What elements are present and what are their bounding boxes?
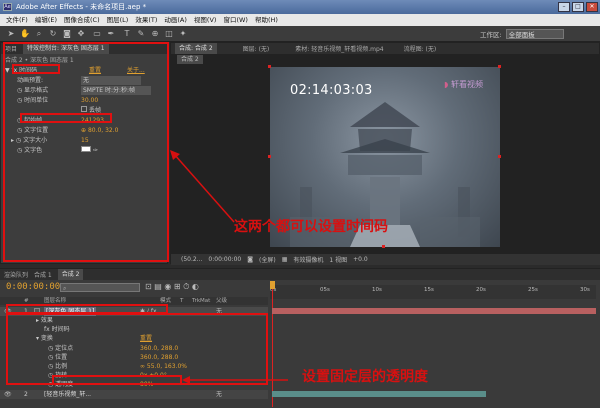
eraser-tool-icon[interactable]: ◫: [164, 29, 174, 39]
hand-tool-icon[interactable]: ✋: [20, 29, 30, 39]
ruler-tick: 25s: [528, 287, 538, 293]
menu-bar: 文件(F) 编辑(E) 图像合成(C) 图层(L) 效果(T) 动画(A) 视图…: [0, 14, 600, 26]
menu-animation[interactable]: 动画(A): [164, 14, 187, 26]
layer-row-2[interactable]: 👁 2 [轻音乐视频_轩... 无: [0, 390, 268, 399]
menu-effect[interactable]: 效果(T): [135, 14, 157, 26]
frame-handle[interactable]: [498, 65, 501, 68]
comp-subtab[interactable]: 合成 2: [177, 55, 203, 64]
pan-behind-tool-icon[interactable]: ✥: [76, 29, 86, 39]
annotation-upper: 这两个都可以设置时间码: [234, 219, 388, 235]
logo-icon: ◗: [444, 80, 451, 89]
zoom-dropdown[interactable]: (50.2...: [181, 256, 202, 263]
text-tool-icon[interactable]: T: [122, 29, 132, 39]
viewer-time[interactable]: 0:00:00:00: [208, 256, 241, 263]
timeline-tabs: 渲染队列 合成 1 合成 2: [0, 269, 600, 280]
menu-window[interactable]: 窗口(W): [223, 14, 248, 26]
workspace-selector: 工作区: 全部面板: [480, 29, 564, 40]
tab-layer[interactable]: 图层: (无): [243, 44, 270, 53]
tab-comp-1[interactable]: 合成 1: [34, 270, 52, 279]
selection-tool-icon[interactable]: ➤: [6, 29, 16, 39]
app-icon: Ae: [3, 3, 12, 11]
annotation-box-panel: [3, 42, 169, 262]
clone-tool-icon[interactable]: ⊕: [150, 29, 160, 39]
ruler-tick: 20s: [476, 287, 486, 293]
ruler-tick: 15s: [424, 287, 434, 293]
frame-handle[interactable]: [382, 245, 385, 248]
layer-name[interactable]: [轻音乐视频_轩...: [44, 390, 91, 399]
ruler-tick: 05s: [320, 287, 330, 293]
layer-2-duration-bar[interactable]: [272, 391, 486, 397]
menu-edit[interactable]: 编辑(E): [35, 14, 57, 26]
annotation-box-opacity: [52, 375, 182, 385]
close-button[interactable]: ✕: [586, 2, 598, 12]
frame-handle[interactable]: [268, 65, 271, 68]
frame-handle[interactable]: [268, 155, 271, 158]
playhead-marker[interactable]: [270, 281, 275, 289]
timeline-switch-icons[interactable]: ⊡ ▤ ◉ ⊞ ⏱ ◐: [145, 282, 199, 292]
annotation-lower: 设置固定层的透明度: [302, 369, 428, 385]
annotation-box-effect: [12, 64, 60, 74]
mask-tool-icon[interactable]: ▭: [92, 29, 102, 39]
exposure-value[interactable]: +0.0: [353, 256, 368, 263]
viewer-tabs: 合成: 合成 2 图层: (无) 素材: 轻音乐视频_轩看视频.mp4 流程图:…: [171, 43, 599, 54]
frame-handle[interactable]: [498, 155, 501, 158]
camera-icon[interactable]: ◙: [247, 256, 253, 263]
ruler-tick: 30s: [580, 287, 590, 293]
annotation-box-start-frame: [20, 113, 112, 123]
tab-composition[interactable]: 合成: 合成 2: [175, 43, 217, 54]
minimize-button[interactable]: –: [558, 2, 570, 12]
tab-render-queue[interactable]: 渲染队列: [4, 270, 28, 279]
current-time[interactable]: 0:00:00:00: [6, 282, 60, 292]
camera-dropdown[interactable]: 有效摄像机: [293, 255, 323, 264]
menu-view[interactable]: 视图(V): [194, 14, 217, 26]
layer-number: 2: [24, 391, 28, 398]
playhead-line: [272, 289, 273, 407]
tab-comp-2[interactable]: 合成 2: [57, 269, 84, 280]
resolution-dropdown[interactable]: (全屏): [259, 255, 276, 264]
col-parent: 父级: [216, 298, 228, 304]
menu-composition[interactable]: 图像合成(C): [64, 14, 100, 26]
tools-toolbar: ➤ ✋ ⌕ ↻ ◙ ✥ ▭ ✒ T ✎ ⊕ ◫ ✦ 工作区: 全部面板: [0, 26, 600, 42]
puppet-tool-icon[interactable]: ✦: [178, 29, 188, 39]
workspace-label: 工作区:: [480, 31, 502, 39]
zoom-tool-icon[interactable]: ⌕: [34, 29, 44, 39]
col-t: T: [180, 298, 184, 304]
grid-icon[interactable]: ▦: [282, 256, 288, 263]
video-timecode: 02:14:03:03: [290, 83, 373, 98]
annotation-arrow-lower: [182, 376, 288, 384]
visibility-eye-icon[interactable]: 👁: [4, 390, 12, 399]
title-bar: Ae Adobe After Effects - 未命名项目.aep * – □…: [0, 0, 600, 14]
window-title: Adobe After Effects - 未命名项目.aep *: [16, 3, 147, 11]
video-watermark-logo: ◗ 轩看视频: [444, 80, 483, 89]
time-ruler[interactable]: 0s 05s 10s 15s 20s 25s 30s: [270, 285, 596, 299]
menu-help[interactable]: 帮助(H): [255, 14, 278, 26]
search-icon: ⌕: [63, 285, 67, 292]
brush-tool-icon[interactable]: ✎: [136, 29, 146, 39]
viewer-footer: (50.2... 0:00:00:00 ◙ (全屏) ▦ 有效摄像机 1 视图 …: [171, 254, 600, 265]
camera-tool-icon[interactable]: ◙: [62, 29, 72, 39]
views-dropdown[interactable]: 1 视图: [329, 255, 347, 264]
layer-1-duration-bar[interactable]: [272, 308, 596, 314]
workspace-dropdown[interactable]: 全部面板: [505, 29, 564, 39]
annotation-arrow-upper: [170, 150, 235, 223]
menu-file[interactable]: 文件(F): [6, 14, 28, 26]
tab-footage[interactable]: 素材: 轻音乐视频_轩看视频.mp4: [295, 44, 383, 53]
rotate-tool-icon[interactable]: ↻: [48, 29, 58, 39]
pen-tool-icon[interactable]: ✒: [106, 29, 116, 39]
maximize-button[interactable]: □: [572, 2, 584, 12]
tab-flowchart[interactable]: 流程图: (无): [404, 44, 437, 53]
layer-search-input[interactable]: ⌕: [60, 283, 140, 292]
parent-dropdown[interactable]: 无: [216, 390, 222, 399]
menu-layer[interactable]: 图层(L): [107, 14, 129, 26]
ruler-tick: 10s: [372, 287, 382, 293]
col-trkmat: TrkMat: [192, 298, 211, 304]
